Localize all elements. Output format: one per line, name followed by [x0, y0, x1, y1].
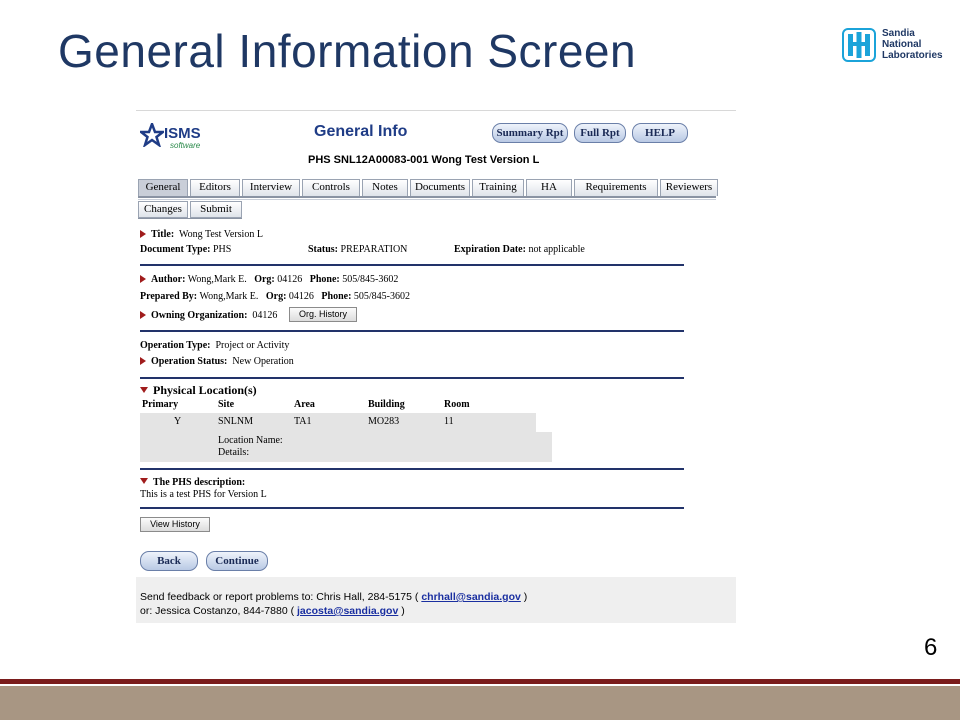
location-details-panel — [140, 432, 552, 462]
location-building-cell: MO283 — [368, 416, 400, 427]
star-icon — [140, 123, 164, 147]
slide-number: 6 — [924, 634, 938, 661]
prepared-by-row: Prepared By: Wong,Mark E. Org: 04126 Pho… — [140, 291, 411, 302]
section-divider — [140, 264, 684, 266]
location-details-label: Details: — [218, 447, 250, 458]
full-report-button[interactable]: Full Rpt — [574, 123, 626, 143]
feedback-footer: Send feedback or report problems to: Chr… — [136, 577, 736, 623]
slide-title: General Information Screen — [58, 25, 637, 77]
location-site-cell: SNLNM — [218, 416, 254, 427]
sandia-logo: Sandia National Laboratories — [842, 28, 943, 68]
operation-type-row: Operation Type: Project or Activity — [140, 340, 290, 351]
location-header-area: Area — [294, 399, 315, 410]
tab-interview[interactable]: Interview — [242, 179, 300, 196]
help-button[interactable]: HELP — [632, 123, 688, 143]
section-divider — [140, 507, 684, 509]
collapse-arrow-icon[interactable] — [140, 387, 148, 393]
tab-requirements[interactable]: Requirements — [574, 179, 658, 196]
tab-editors[interactable]: Editors — [190, 179, 240, 196]
tab-divider-light — [138, 199, 716, 200]
operation-status-row: Operation Status: New Operation — [140, 356, 294, 367]
tab-ha[interactable]: HA — [526, 179, 572, 196]
feedback-line-2: or: Jessica Costanzo, 844-7880 ( jacosta… — [140, 605, 405, 617]
footer-bar-red — [0, 679, 960, 684]
footer-bar-tan — [0, 686, 960, 720]
table-row — [140, 413, 536, 432]
physical-location-heading[interactable]: Physical Location(s) — [140, 383, 257, 398]
location-header-room: Room — [444, 399, 470, 410]
description-text: This is a test PHS for Version L — [140, 489, 267, 500]
location-primary-cell: Y — [174, 416, 182, 427]
description-heading[interactable]: The PHS description: — [140, 477, 245, 488]
title-row: Title: Wong Test Version L — [140, 229, 263, 240]
tab-documents[interactable]: Documents — [410, 179, 470, 196]
tab-general[interactable]: General — [138, 179, 188, 196]
feedback-line-1: Send feedback or report problems to: Chr… — [140, 591, 528, 603]
subtab-submit[interactable]: Submit — [190, 201, 242, 218]
section-divider — [140, 330, 684, 332]
location-area-cell: TA1 — [294, 416, 312, 427]
location-header-primary: Primary — [142, 399, 179, 410]
org-history-button[interactable]: Org. History — [289, 307, 357, 322]
tab-controls[interactable]: Controls — [302, 179, 360, 196]
tab-divider — [138, 196, 716, 198]
status-row: Status: PREPARATION — [308, 244, 408, 255]
isms-logo: ISMS software — [140, 121, 210, 151]
location-name-label: Location Name: — [218, 435, 283, 446]
location-room-cell: 11 — [444, 416, 454, 427]
expand-arrow-icon[interactable] — [140, 230, 146, 238]
view-history-button[interactable]: View History — [140, 517, 210, 532]
isms-general-info-screen: ISMS software General Info Summary Rpt F… — [136, 110, 736, 625]
location-header-site: Site — [218, 399, 235, 410]
tab-training[interactable]: Training — [472, 179, 524, 196]
sandia-logo-text: Sandia National Laboratories — [882, 28, 943, 61]
author-row: Author: Wong,Mark E. Org: 04126 Phone: 5… — [140, 274, 398, 285]
expand-arrow-icon[interactable] — [140, 357, 146, 365]
sandia-thunderbird-icon — [842, 28, 876, 62]
expand-arrow-icon[interactable] — [140, 311, 146, 319]
app-title: General Info — [314, 123, 408, 140]
email-link-jacosta[interactable]: jacosta@sandia.gov — [297, 605, 398, 617]
continue-button[interactable]: Continue — [206, 551, 268, 571]
document-type-row: Document Type: PHS — [140, 244, 232, 255]
section-divider — [140, 468, 684, 470]
document-id: PHS SNL12A00083-001 Wong Test Version L — [308, 154, 540, 166]
subtab-changes[interactable]: Changes — [138, 201, 188, 218]
back-button[interactable]: Back — [140, 551, 198, 571]
owning-organization-row: Owning Organization: 04126 — [140, 310, 277, 321]
location-header-building: Building — [368, 399, 405, 410]
collapse-arrow-icon[interactable] — [140, 478, 148, 484]
email-link-chrhall[interactable]: chrhall@sandia.gov — [421, 591, 521, 603]
subtab-divider — [138, 218, 242, 219]
summary-report-button[interactable]: Summary Rpt — [492, 123, 568, 143]
section-divider — [140, 377, 684, 379]
expiration-row: Expiration Date: not applicable — [454, 244, 585, 255]
expand-arrow-icon[interactable] — [140, 275, 146, 283]
tab-notes[interactable]: Notes — [362, 179, 408, 196]
tab-reviewers[interactable]: Reviewers — [660, 179, 718, 196]
